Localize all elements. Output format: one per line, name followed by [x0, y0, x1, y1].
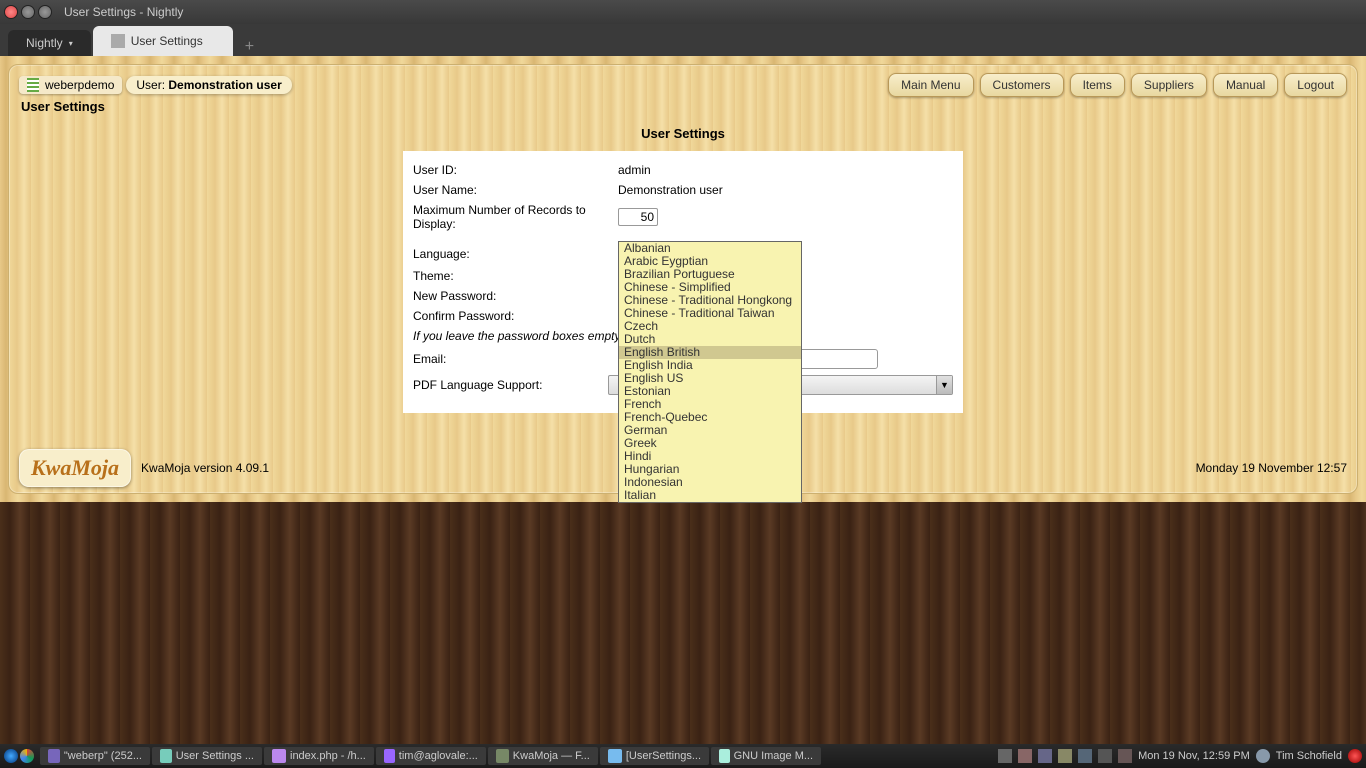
window-close-button[interactable] — [4, 5, 18, 19]
user-id-label: User ID: — [413, 163, 618, 177]
max-records-label: Maximum Number of Records to Display: — [413, 203, 618, 231]
taskbar-item[interactable]: User Settings ... — [152, 747, 262, 765]
new-password-label: New Password: — [413, 289, 618, 303]
page-title: User Settings — [9, 99, 1357, 118]
taskbar-item-label: index.php - /h... — [290, 750, 366, 762]
nightly-menu-label: Nightly — [26, 36, 63, 50]
app-icon — [160, 749, 172, 763]
taskbar-item[interactable]: index.php - /h... — [264, 747, 374, 765]
app-icon — [384, 749, 395, 763]
nav-manual[interactable]: Manual — [1213, 73, 1278, 97]
version-text: KwaMoja version 4.09.1 — [141, 461, 269, 475]
user-prefix: User: — [136, 78, 165, 92]
tab-title: User Settings — [131, 34, 203, 48]
language-label: Language: — [413, 247, 618, 261]
window-title: User Settings - Nightly — [64, 5, 183, 19]
panel-heading: User Settings — [9, 118, 1357, 141]
taskbar-item[interactable]: [UserSettings... — [600, 747, 709, 765]
mail-icon[interactable] — [1118, 749, 1132, 763]
app-icon — [719, 749, 730, 763]
confirm-password-label: Confirm Password: — [413, 309, 618, 323]
new-tab-button[interactable]: + — [235, 38, 264, 56]
window-maximize-button[interactable] — [38, 5, 52, 19]
pdf-label: PDF Language Support: — [413, 378, 608, 392]
app-header: weberpdemo User: Demonstration user Main… — [9, 65, 1357, 99]
taskbar-item-label: User Settings ... — [176, 750, 254, 762]
taskbar-user[interactable]: Tim Schofield — [1276, 750, 1342, 762]
nightly-menu-tab[interactable]: Nightly ▾ — [8, 30, 91, 56]
taskbar-item[interactable]: "weberp" (252... — [40, 747, 150, 765]
app-icon — [608, 749, 622, 763]
tray-icon[interactable] — [1018, 749, 1032, 763]
nav-logout[interactable]: Logout — [1284, 73, 1347, 97]
browser-viewport: weberpdemo User: Demonstration user Main… — [0, 56, 1366, 744]
company-badge[interactable]: weberpdemo — [19, 76, 122, 94]
nav-main-menu[interactable]: Main Menu — [888, 73, 973, 97]
app-icon — [496, 749, 509, 763]
taskbar-clock[interactable]: Mon 19 Nov, 12:59 PM — [1138, 750, 1250, 762]
power-icon[interactable] — [1348, 749, 1362, 763]
company-icon — [27, 78, 39, 92]
footer-datetime: Monday 19 November 12:57 — [1196, 461, 1347, 475]
taskbar-item-label: [UserSettings... — [626, 750, 701, 762]
nav-customers[interactable]: Customers — [980, 73, 1064, 97]
tray-icon[interactable] — [1038, 749, 1052, 763]
taskbar-item-label: GNU Image M... — [734, 750, 813, 762]
window-minimize-button[interactable] — [21, 5, 35, 19]
taskbar-item-label: tim@aglovale:... — [399, 750, 478, 762]
tray-icon[interactable] — [998, 749, 1012, 763]
logo[interactable]: KwaMoja — [19, 449, 131, 487]
app-icon — [272, 749, 286, 763]
user-id-value: admin — [618, 163, 651, 177]
network-icon[interactable] — [1078, 749, 1092, 763]
chrome-icon[interactable] — [20, 749, 34, 763]
os-taskbar: "weberp" (252... User Settings ... index.p… — [0, 744, 1366, 768]
chevron-down-icon: ▾ — [69, 39, 73, 48]
chevron-down-icon: ▼ — [936, 376, 952, 394]
taskbar-item-label: KwaMoja — F... — [513, 750, 590, 762]
start-menu-icon[interactable] — [4, 749, 18, 763]
taskbar-item[interactable]: GNU Image M... — [711, 747, 821, 765]
app-frame: weberpdemo User: Demonstration user Main… — [8, 64, 1358, 494]
browser-tab-active[interactable]: User Settings — [93, 26, 233, 56]
user-display-name: Demonstration user — [168, 78, 281, 92]
background-lower — [0, 502, 1366, 744]
language-option[interactable]: Italian — [619, 489, 801, 502]
user-name-value: Demonstration user — [618, 183, 723, 197]
taskbar-item[interactable]: KwaMoja — F... — [488, 747, 598, 765]
taskbar-item-label: "weberp" (252... — [64, 750, 142, 762]
nav-suppliers[interactable]: Suppliers — [1131, 73, 1207, 97]
language-dropdown[interactable]: AlbanianArabic EygptianBrazilian Portugu… — [618, 241, 802, 503]
nav-items[interactable]: Items — [1070, 73, 1125, 97]
max-records-input[interactable] — [618, 208, 658, 226]
volume-icon[interactable] — [1098, 749, 1112, 763]
user-name-label: User Name: — [413, 183, 618, 197]
user-avatar-icon[interactable] — [1256, 749, 1270, 763]
taskbar-item[interactable]: tim@aglovale:... — [376, 747, 486, 765]
company-name: weberpdemo — [45, 78, 114, 92]
email-label: Email: — [413, 352, 618, 366]
window-titlebar: User Settings - Nightly — [0, 0, 1366, 24]
browser-tabbar: Nightly ▾ User Settings + — [0, 24, 1366, 56]
user-badge[interactable]: User: Demonstration user — [126, 76, 291, 94]
tab-favicon — [111, 34, 125, 48]
theme-label: Theme: — [413, 269, 618, 283]
app-icon — [48, 749, 60, 763]
tray-icon[interactable] — [1058, 749, 1072, 763]
